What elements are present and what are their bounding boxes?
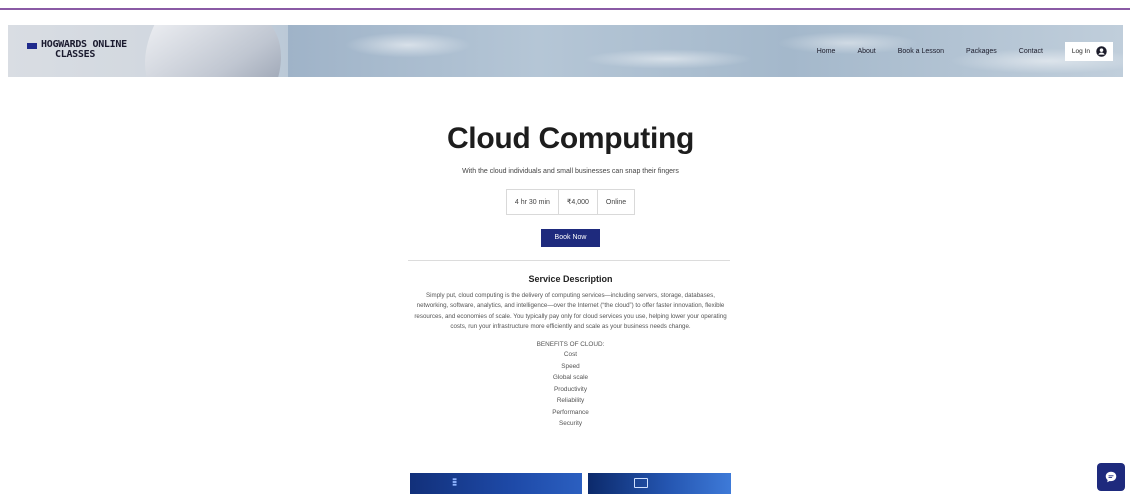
benefits-list: Cost Speed Global scale Productivity Rel…	[408, 349, 733, 430]
service-images: ▮▮▮	[410, 473, 731, 494]
service-location: Online	[596, 190, 634, 214]
benefit-item: Reliability	[556, 397, 585, 405]
user-circle-icon	[1096, 45, 1107, 57]
cloud-image-2	[588, 473, 731, 494]
main-nav: Home About Book a Lesson Packages Contac…	[817, 25, 1123, 77]
service-info-box: 4 hr 30 min ₹4,000 Online	[505, 189, 636, 215]
chat-icon	[1105, 471, 1117, 483]
benefit-item: Performance	[552, 408, 589, 416]
logo-mark-icon	[27, 43, 37, 49]
logo-line-2: CLASSES	[55, 49, 96, 60]
book-now-button[interactable]: Book Now	[541, 229, 600, 247]
site-header: HOGWARDS ONLINE CLASSES Home About Book …	[8, 25, 1123, 77]
top-divider	[0, 8, 1130, 10]
service-page: Cloud Computing With the cloud individua…	[408, 110, 733, 430]
benefit-item: Speed	[561, 362, 580, 370]
header-swoosh-decoration	[112, 25, 314, 77]
service-tagline: With the cloud individuals and small bus…	[462, 168, 679, 175]
nav-contact[interactable]: Contact	[1019, 48, 1043, 55]
site-logo[interactable]: HOGWARDS ONLINE CLASSES	[27, 40, 127, 60]
login-label: Log In	[1071, 47, 1090, 55]
service-description-text: Simply put, cloud computing is the deliv…	[414, 292, 727, 330]
service-price: ₹4,000	[557, 190, 597, 214]
benefits-heading: BENEFITS OF CLOUD:	[536, 341, 605, 349]
benefit-item: Productivity	[553, 385, 588, 393]
cloud-image-1: ▮▮▮	[410, 473, 582, 494]
page-title: Cloud Computing	[446, 122, 695, 155]
benefit-item: Security	[558, 420, 583, 428]
service-duration: 4 hr 30 min	[514, 198, 550, 206]
chat-button[interactable]	[1097, 463, 1125, 491]
image-decoration: ▮▮▮	[452, 477, 459, 487]
nav-book-a-lesson[interactable]: Book a Lesson	[898, 48, 944, 55]
section-divider	[408, 260, 730, 261]
benefit-item: Global scale	[552, 374, 589, 382]
benefit-item: Cost	[563, 351, 578, 359]
nav-home[interactable]: Home	[817, 48, 836, 55]
service-description-heading: Service Description	[528, 274, 613, 284]
login-button[interactable]: Log In	[1064, 41, 1113, 61]
monitor-icon	[634, 478, 648, 488]
nav-about[interactable]: About	[857, 48, 875, 55]
nav-packages[interactable]: Packages	[966, 48, 997, 55]
